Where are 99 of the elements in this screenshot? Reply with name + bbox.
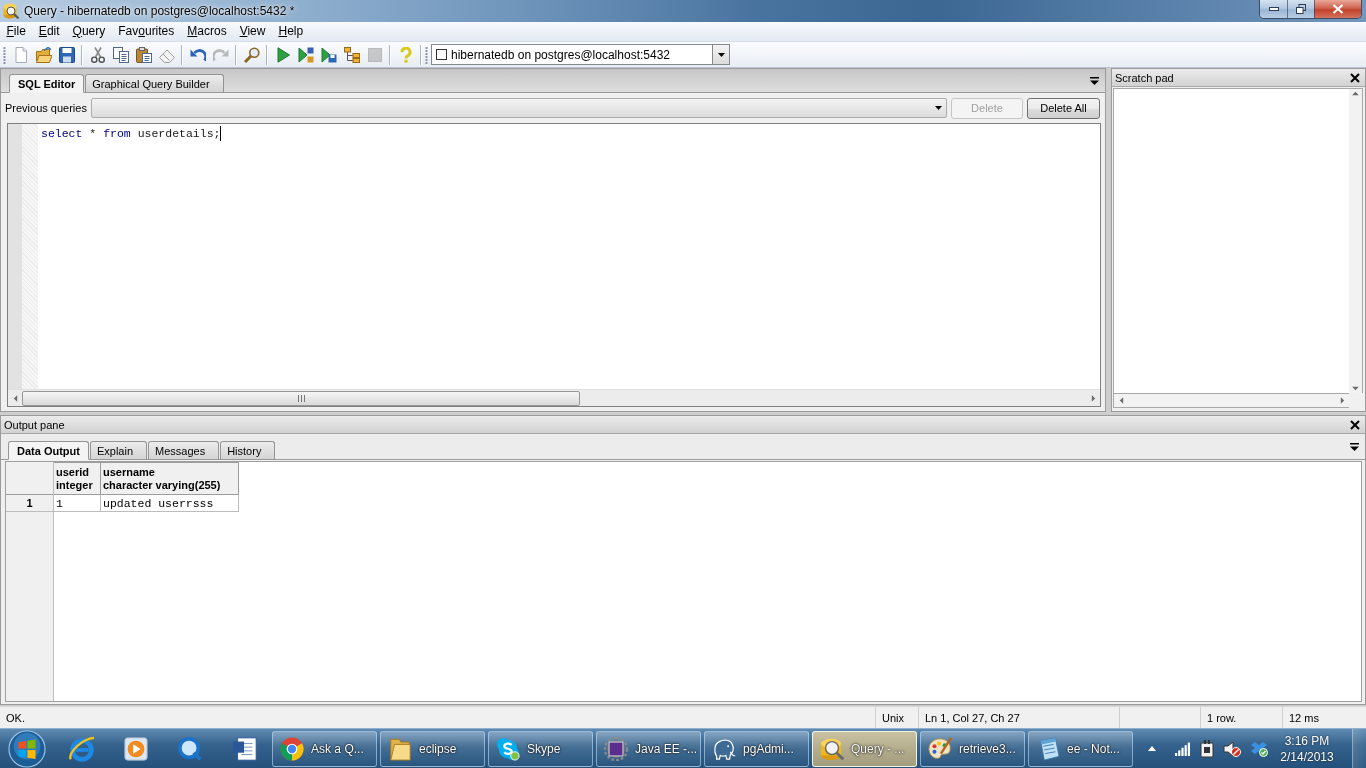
grip-icon: [297, 394, 305, 402]
horizontal-scrollbar[interactable]: [1113, 393, 1349, 408]
tab[interactable]: History: [220, 441, 276, 460]
restore-button[interactable]: [1287, 0, 1314, 18]
tab[interactable]: Messages: [148, 441, 220, 460]
tab[interactable]: SQL Editor: [9, 74, 85, 93]
text-cursor-icon: [220, 126, 222, 141]
dropdown-arrow-icon: [717, 52, 725, 57]
copy-icon[interactable]: [112, 46, 129, 63]
table-cell: 1: [54, 495, 101, 512]
tab[interactable]: Explain: [89, 441, 148, 460]
grip-icon[interactable]: [425, 45, 428, 64]
skype-logo-icon: [496, 736, 521, 761]
close-icon[interactable]: [1350, 72, 1360, 83]
scissors-icon[interactable]: [89, 46, 106, 63]
panel-title: Output pane: [4, 418, 65, 431]
dropdown-arrow-icon: [935, 106, 942, 110]
code-line: select * from userdetails;: [41, 126, 221, 141]
menu-item[interactable]: View: [233, 22, 272, 41]
clock-date[interactable]: 2/14/2013: [1280, 748, 1334, 765]
column-header[interactable]: userid integer: [54, 462, 101, 495]
line-ending-label: Unix: [882, 711, 904, 724]
restore-icon: [1296, 4, 1306, 14]
start-orb-icon[interactable]: [8, 729, 47, 768]
scroll-left-icon[interactable]: [1118, 397, 1124, 404]
folder-icon[interactable]: [35, 46, 52, 63]
search-icon[interactable]: [243, 46, 260, 63]
taskbar-button[interactable]: Ask a Q...: [272, 730, 378, 767]
check-badge-icon[interactable]: [1250, 740, 1269, 757]
window-title: Query - hibernatedb on postgres@localhost:5432 *: [24, 3, 295, 20]
sql-editor[interactable]: select * from userdetails;: [7, 123, 1101, 407]
folder-icon: [388, 736, 413, 761]
taskbar-button[interactable]: pgAdmi...: [704, 730, 810, 767]
chrome-logo-icon: [280, 736, 305, 761]
palette-icon: [928, 736, 953, 761]
column-name: username: [103, 465, 156, 479]
taskbar-button[interactable]: eclipse: [380, 730, 486, 767]
scroll-left-icon[interactable]: [12, 394, 18, 402]
query-duration: 12 ms: [1289, 711, 1319, 724]
show-desktop-button[interactable]: [1352, 729, 1366, 768]
tab[interactable]: Data Output: [8, 441, 89, 460]
previous-queries-label: Previous queries: [5, 102, 87, 114]
scroll-right-icon[interactable]: [1339, 397, 1345, 404]
taskbar-button[interactable]: Java EE -...: [596, 730, 702, 767]
minimize-icon: [1268, 7, 1279, 11]
scroll-down-icon[interactable]: [1352, 386, 1359, 391]
menu-item[interactable]: Help: [271, 22, 310, 41]
status-message: OK.: [6, 711, 25, 724]
close-button[interactable]: [1314, 0, 1361, 18]
tab-menu-icon[interactable]: [1090, 76, 1099, 85]
up-arrow-icon[interactable]: [1148, 746, 1157, 751]
panel-title: Scratch pad: [1115, 71, 1174, 84]
column-type: integer: [56, 478, 94, 492]
tab[interactable]: Graphical Query Builder: [85, 74, 224, 93]
play-tile-icon[interactable]: [123, 735, 149, 762]
undo-icon[interactable]: [189, 46, 206, 63]
menu-item[interactable]: Favourites: [111, 22, 181, 41]
menu-item[interactable]: Edit: [32, 22, 67, 41]
table-cell: updated userrsss: [101, 495, 239, 512]
close-icon: [1332, 4, 1344, 14]
menu-item[interactable]: File: [0, 22, 33, 41]
scroll-thumb[interactable]: [22, 390, 580, 406]
signal-bars-icon[interactable]: [1175, 741, 1192, 756]
row-count: 1 row.: [1207, 711, 1237, 724]
magnifier-icon[interactable]: [177, 735, 204, 762]
taskbar-button[interactable]: Skype: [488, 730, 594, 767]
vertical-scrollbar[interactable]: [1349, 88, 1363, 393]
tree-diagram-icon[interactable]: [343, 46, 360, 63]
muted-speaker-icon[interactable]: [1223, 740, 1242, 757]
column-name: userid: [56, 465, 90, 479]
power-plug-icon[interactable]: [1200, 739, 1215, 758]
database-icon: [3, 3, 19, 19]
delete-all-button[interactable]: Delete All: [1027, 97, 1100, 119]
elephant-icon: [712, 736, 737, 761]
chip-icon: [604, 736, 629, 761]
grip-icon[interactable]: [3, 45, 6, 64]
clipboard-icon[interactable]: [135, 46, 152, 63]
taskbar-button[interactable]: ee - Not...: [1028, 730, 1134, 767]
play-to-disk-icon[interactable]: [320, 46, 337, 63]
menu-item[interactable]: Query: [66, 22, 112, 41]
scroll-right-icon[interactable]: [1090, 394, 1096, 402]
column-type: character varying(255): [103, 478, 222, 492]
clock-time[interactable]: 3:16 PM: [1284, 732, 1330, 749]
tab-menu-icon[interactable]: [1350, 442, 1359, 451]
minimize-button[interactable]: [1260, 0, 1287, 18]
scroll-up-icon[interactable]: [1352, 91, 1359, 96]
taskbar-button[interactable]: retrieve3...: [920, 730, 1026, 767]
column-header[interactable]: username character varying(255): [101, 462, 239, 495]
close-icon[interactable]: [1350, 419, 1360, 430]
play-script-icon[interactable]: [297, 46, 314, 63]
swoosh-ring-icon[interactable]: [67, 734, 96, 763]
row-number[interactable]: 1: [6, 495, 53, 512]
menu-item[interactable]: Macros: [180, 22, 234, 41]
play-icon[interactable]: [274, 46, 291, 63]
cursor-position: Ln 1, Col 27, Ch 27: [925, 711, 1020, 724]
square-icon: [436, 49, 447, 60]
database-icon: [820, 736, 845, 761]
document-icon[interactable]: [231, 735, 258, 762]
connection-dropdown[interactable]: hibernatedb on postgres@localhost:5432: [431, 44, 730, 65]
